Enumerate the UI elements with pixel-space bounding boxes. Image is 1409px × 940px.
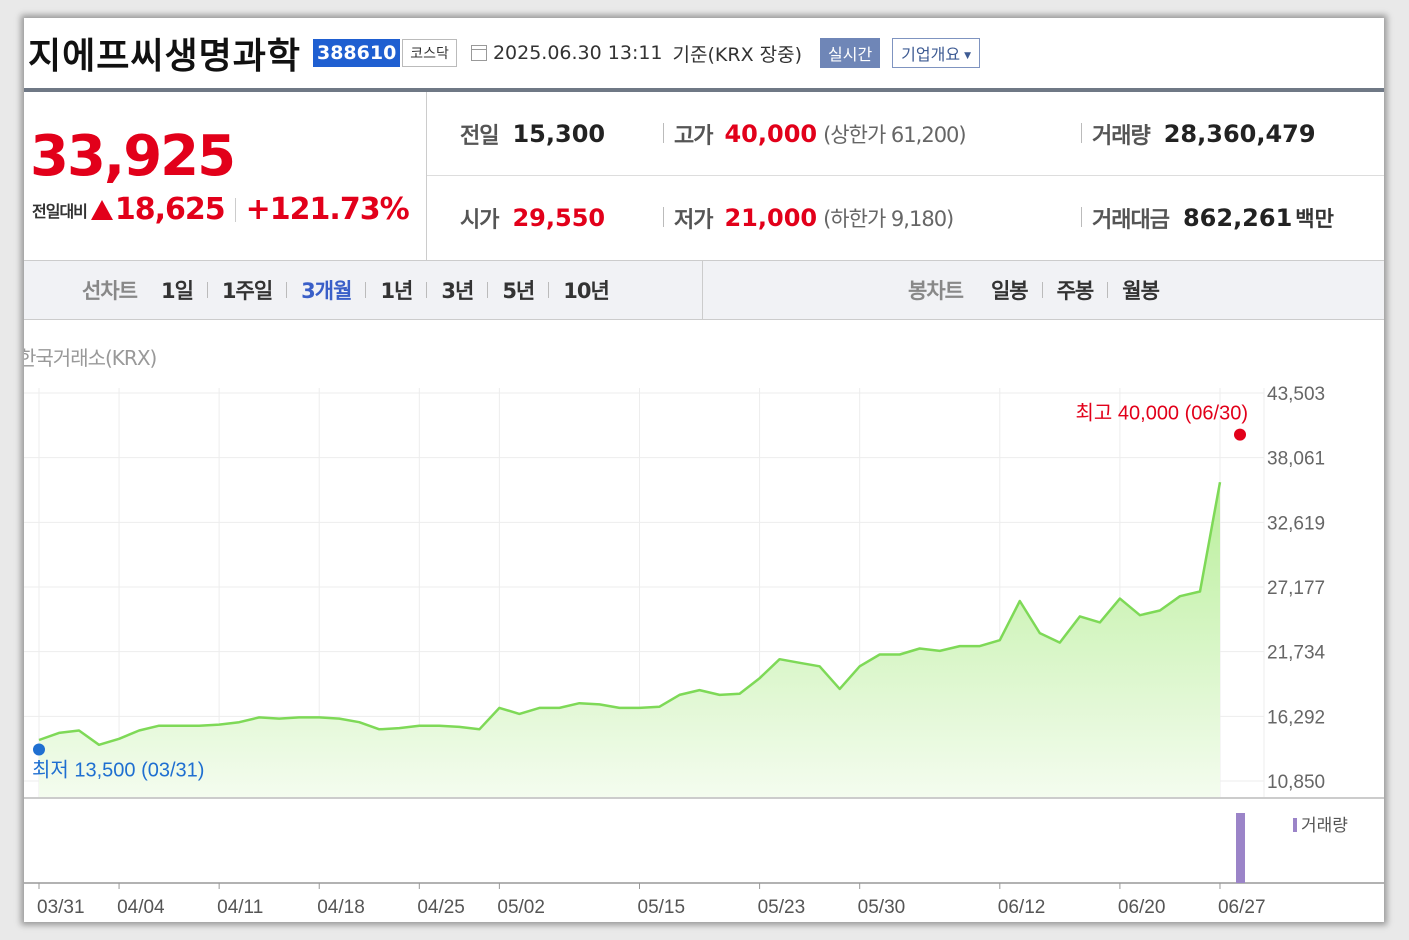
stock-widget: 지에프씨생명과학 388610 코스닥 2025.06.30 13:11 기준(… bbox=[24, 18, 1384, 922]
low-annotation: 최저 13,500 (03/31) bbox=[32, 759, 204, 782]
x-tick-label: 04/18 bbox=[317, 897, 365, 918]
y-tick-label: 27,177 bbox=[1267, 578, 1325, 599]
x-tick-label: 06/20 bbox=[1118, 897, 1166, 918]
x-tick-label: 04/25 bbox=[417, 897, 465, 918]
high-marker bbox=[1234, 428, 1246, 441]
volume-bar bbox=[1236, 813, 1245, 883]
y-tick-label: 21,734 bbox=[1267, 643, 1326, 664]
x-tick-label: 05/30 bbox=[858, 897, 906, 918]
volume-legend-swatch bbox=[1293, 818, 1297, 832]
high-annotation: 최고 40,000 (06/30) bbox=[1076, 402, 1248, 425]
x-tick-label: 05/02 bbox=[497, 897, 545, 918]
low-marker bbox=[33, 743, 45, 756]
y-tick-label: 38,061 bbox=[1267, 449, 1325, 470]
x-tick-label: 05/23 bbox=[758, 897, 806, 918]
x-tick-label: 06/12 bbox=[998, 897, 1046, 918]
volume-legend-label: 거래량 bbox=[1301, 816, 1348, 835]
y-tick-label: 32,619 bbox=[1267, 513, 1325, 534]
y-tick-label: 10,850 bbox=[1267, 772, 1325, 793]
y-tick-label: 43,503 bbox=[1267, 384, 1325, 405]
price-chart: 43,503 38,061 32,619 27,177 21,734 16,292 10,8… bbox=[24, 384, 1384, 918]
x-tick-label: 04/11 bbox=[217, 897, 263, 918]
price-area bbox=[39, 482, 1220, 798]
y-tick-label: 16,292 bbox=[1267, 707, 1325, 728]
x-tick-label: 03/31 bbox=[37, 897, 85, 918]
x-tick-label: 05/15 bbox=[638, 897, 686, 918]
x-tick-label: 06/27 bbox=[1218, 897, 1266, 918]
x-tick-label: 04/04 bbox=[117, 897, 165, 918]
